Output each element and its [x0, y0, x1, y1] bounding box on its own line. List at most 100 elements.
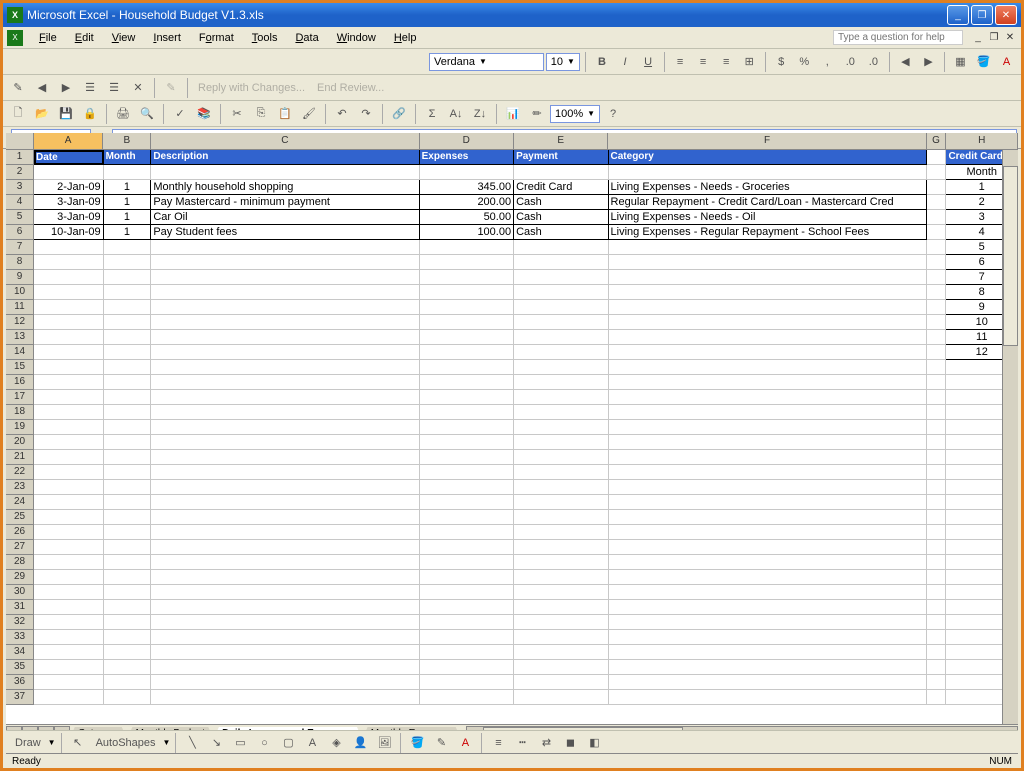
cell[interactable]: [104, 675, 152, 690]
cell[interactable]: [420, 570, 514, 585]
draw-menu[interactable]: Draw: [10, 732, 46, 754]
chart-wizard-button[interactable]: 📊: [502, 103, 524, 125]
cell[interactable]: [151, 525, 419, 540]
cell[interactable]: Date: [34, 150, 104, 165]
row-header-16[interactable]: 16: [6, 375, 34, 390]
row-header-23[interactable]: 23: [6, 480, 34, 495]
cell[interactable]: [927, 660, 947, 675]
cell[interactable]: [420, 540, 514, 555]
cell[interactable]: [927, 240, 947, 255]
cell[interactable]: [151, 480, 419, 495]
save-button[interactable]: 💾: [55, 103, 77, 125]
3d-button[interactable]: ◧: [583, 732, 605, 754]
cell[interactable]: [104, 255, 152, 270]
menu-edit[interactable]: Edit: [67, 30, 102, 46]
cell[interactable]: [927, 360, 947, 375]
cell[interactable]: [927, 615, 947, 630]
row-header-22[interactable]: 22: [6, 465, 34, 480]
row-header-26[interactable]: 26: [6, 525, 34, 540]
row-header-28[interactable]: 28: [6, 555, 34, 570]
cell[interactable]: [927, 690, 947, 705]
cell[interactable]: [34, 660, 104, 675]
cell[interactable]: Cash: [514, 225, 608, 240]
row-header-19[interactable]: 19: [6, 420, 34, 435]
cell[interactable]: [927, 345, 947, 360]
column-header-E[interactable]: E: [514, 133, 608, 150]
cell[interactable]: [104, 465, 152, 480]
cell[interactable]: [514, 690, 608, 705]
cell[interactable]: [420, 240, 514, 255]
copy-button[interactable]: ⎘: [250, 103, 272, 125]
row-header-2[interactable]: 2: [6, 165, 34, 180]
menu-data[interactable]: Data: [287, 30, 326, 46]
row-header-15[interactable]: 15: [6, 360, 34, 375]
hyperlink-button[interactable]: 🔗: [388, 103, 410, 125]
cell[interactable]: Credit Card: [514, 180, 608, 195]
cell[interactable]: [609, 375, 927, 390]
cell[interactable]: [609, 420, 927, 435]
rectangle-button[interactable]: ▭: [229, 732, 251, 754]
cell[interactable]: [420, 495, 514, 510]
percent-button[interactable]: %: [794, 51, 815, 73]
cell[interactable]: Living Expenses - Needs - Groceries: [609, 180, 927, 195]
cell[interactable]: [514, 540, 608, 555]
row-header-7[interactable]: 7: [6, 240, 34, 255]
cell[interactable]: [420, 585, 514, 600]
fill-color-button[interactable]: 🪣: [973, 51, 994, 73]
format-painter-button[interactable]: 🖌: [298, 103, 320, 125]
cell[interactable]: 1: [104, 195, 152, 210]
cell[interactable]: [34, 525, 104, 540]
column-header-F[interactable]: F: [608, 133, 926, 150]
cell[interactable]: [34, 690, 104, 705]
cell[interactable]: [104, 525, 152, 540]
cell[interactable]: [609, 690, 927, 705]
cell[interactable]: [104, 165, 152, 180]
cell[interactable]: [420, 510, 514, 525]
row-header-33[interactable]: 33: [6, 630, 34, 645]
cell[interactable]: [420, 600, 514, 615]
increase-indent-button[interactable]: ▶: [918, 51, 939, 73]
dash-style-button[interactable]: ┅: [511, 732, 533, 754]
cell[interactable]: [609, 585, 927, 600]
cell[interactable]: [34, 645, 104, 660]
underline-button[interactable]: U: [638, 51, 659, 73]
shadow-button[interactable]: ◼: [559, 732, 581, 754]
menu-tools[interactable]: Tools: [244, 30, 286, 46]
cell[interactable]: [609, 645, 927, 660]
cell[interactable]: [34, 330, 104, 345]
font-color-draw-button[interactable]: A: [454, 732, 476, 754]
cell[interactable]: [151, 345, 419, 360]
align-center-button[interactable]: ≡: [693, 51, 714, 73]
cell[interactable]: [104, 390, 152, 405]
sort-desc-button[interactable]: Z↓: [469, 103, 491, 125]
help-button[interactable]: ?: [602, 103, 624, 125]
help-search[interactable]: [833, 30, 963, 45]
comma-button[interactable]: ,: [817, 51, 838, 73]
cell[interactable]: [514, 615, 608, 630]
decrease-decimal-button[interactable]: .0: [863, 51, 884, 73]
cell[interactable]: [34, 420, 104, 435]
cell[interactable]: [151, 675, 419, 690]
cell[interactable]: [609, 555, 927, 570]
cell[interactable]: Expenses: [420, 150, 514, 165]
column-header-C[interactable]: C: [151, 133, 419, 150]
arrow-style-button[interactable]: ⇄: [535, 732, 557, 754]
bold-button[interactable]: B: [591, 51, 612, 73]
cell[interactable]: [609, 345, 927, 360]
textbox-button[interactable]: ▢: [277, 732, 299, 754]
row-header-10[interactable]: 10: [6, 285, 34, 300]
cell[interactable]: [34, 615, 104, 630]
cell[interactable]: [609, 360, 927, 375]
cell[interactable]: [104, 450, 152, 465]
align-left-button[interactable]: ≡: [670, 51, 691, 73]
cell[interactable]: [514, 360, 608, 375]
cell[interactable]: [420, 615, 514, 630]
cell[interactable]: [514, 600, 608, 615]
cell[interactable]: [927, 450, 947, 465]
cell[interactable]: [514, 435, 608, 450]
cell[interactable]: [104, 615, 152, 630]
cell[interactable]: [104, 645, 152, 660]
row-header-6[interactable]: 6: [6, 225, 34, 240]
cell[interactable]: [420, 360, 514, 375]
cell[interactable]: [34, 630, 104, 645]
